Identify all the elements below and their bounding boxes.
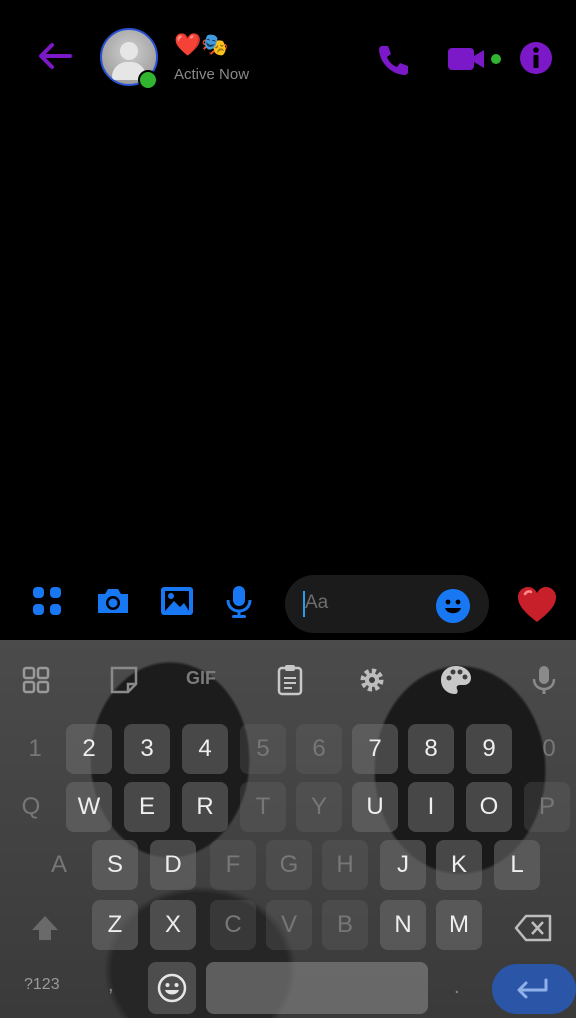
active-status: Active Now	[174, 66, 250, 83]
heart-reaction-icon[interactable]	[516, 585, 558, 625]
key-2[interactable]: 2	[66, 724, 112, 774]
emoji-key[interactable]	[148, 962, 196, 1014]
key-7[interactable]: 7	[352, 724, 398, 774]
key-r[interactable]: R	[182, 782, 228, 832]
key-e[interactable]: E	[124, 782, 170, 832]
key-a[interactable]: A	[36, 840, 82, 890]
video-call-icon[interactable]	[446, 42, 504, 78]
key-0[interactable]: 0	[526, 724, 572, 774]
key-w[interactable]: W	[66, 782, 112, 832]
key-n[interactable]: N	[380, 900, 426, 950]
key-c[interactable]: C	[210, 900, 256, 950]
key-6[interactable]: 6	[296, 724, 342, 774]
shift-icon[interactable]	[22, 906, 68, 952]
key-q[interactable]: Q	[8, 782, 54, 832]
key-i[interactable]: I	[408, 782, 454, 832]
key-s[interactable]: S	[92, 840, 138, 890]
key-u[interactable]: U	[352, 782, 398, 832]
key-t[interactable]: T	[240, 782, 286, 832]
key-9[interactable]: 9	[466, 724, 512, 774]
clipboard-icon[interactable]	[270, 660, 310, 700]
key-k[interactable]: K	[436, 840, 482, 890]
settings-gear-icon[interactable]	[352, 660, 392, 700]
phone-call-icon[interactable]	[374, 42, 412, 78]
heart-emoji: ❤️	[174, 32, 202, 57]
key-z[interactable]: Z	[92, 900, 138, 950]
gif-button[interactable]: GIF	[186, 668, 226, 708]
avatar-head	[120, 42, 138, 60]
voice-input-icon[interactable]	[524, 660, 564, 700]
theme-palette-icon[interactable]	[436, 660, 476, 700]
info-icon[interactable]	[518, 40, 554, 76]
enter-key[interactable]	[492, 964, 576, 1014]
emoji-icon[interactable]	[436, 589, 470, 623]
camera-icon[interactable]	[94, 582, 132, 620]
key-b[interactable]: B	[322, 900, 368, 950]
key-x[interactable]: X	[150, 900, 196, 950]
period-key[interactable]: .	[454, 976, 460, 999]
key-g[interactable]: G	[266, 840, 312, 890]
keyboard-apps-grid-icon[interactable]	[16, 660, 56, 700]
key-f[interactable]: F	[210, 840, 256, 890]
emoji-face-icon	[157, 973, 187, 1003]
contact-name[interactable]: ❤️🎭	[174, 33, 229, 57]
key-l[interactable]: L	[494, 840, 540, 890]
symbols-key[interactable]: ?123	[24, 976, 60, 994]
key-m[interactable]: M	[436, 900, 482, 950]
comma-key[interactable]: ,	[108, 974, 114, 997]
key-5[interactable]: 5	[240, 724, 286, 774]
key-3[interactable]: 3	[124, 724, 170, 774]
enter-arrow-icon	[517, 978, 548, 999]
key-y[interactable]: Y	[296, 782, 342, 832]
key-j[interactable]: J	[380, 840, 426, 890]
key-d[interactable]: D	[150, 840, 196, 890]
more-actions-grid-icon[interactable]	[28, 582, 66, 620]
message-placeholder: Aa	[305, 592, 329, 613]
key-v[interactable]: V	[266, 900, 312, 950]
key-4[interactable]: 4	[182, 724, 228, 774]
key-p[interactable]: P	[524, 782, 570, 832]
key-h[interactable]: H	[322, 840, 368, 890]
key-o[interactable]: O	[466, 782, 512, 832]
back-arrow-icon[interactable]	[34, 38, 74, 74]
sticker-icon[interactable]	[104, 660, 144, 700]
backspace-icon[interactable]	[510, 906, 558, 950]
microphone-icon[interactable]	[220, 582, 258, 620]
space-bar[interactable]	[206, 962, 428, 1014]
key-8[interactable]: 8	[408, 724, 454, 774]
online-indicator	[138, 70, 158, 90]
key-1[interactable]: 1	[12, 724, 58, 774]
gallery-image-icon[interactable]	[158, 582, 196, 620]
mask-emoji: 🎭	[201, 32, 229, 57]
